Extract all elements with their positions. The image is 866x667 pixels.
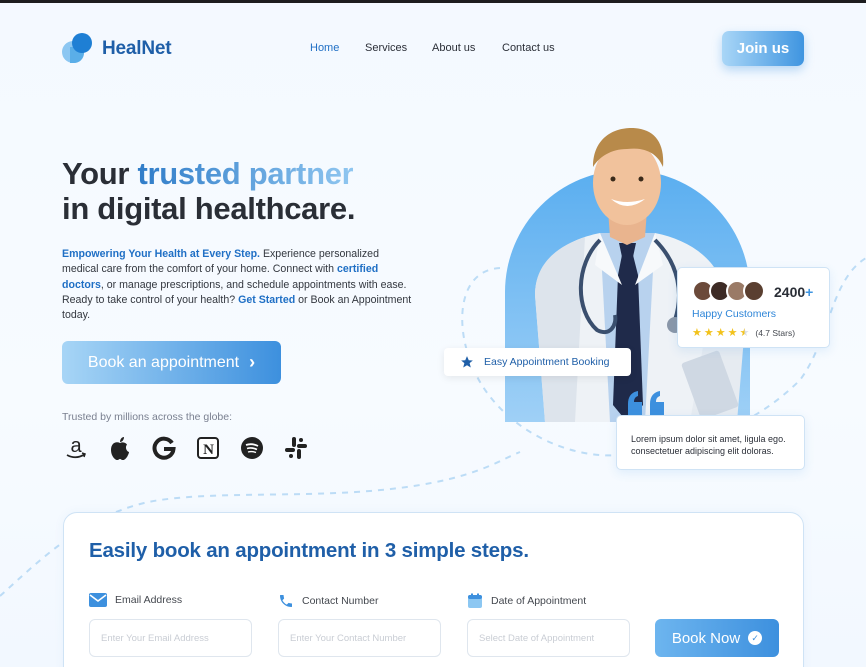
notion-icon: N [194,434,222,462]
testimonial-text: Lorem ipsum dolor sit amet, ligula ego. … [631,434,786,456]
avatar [743,280,765,302]
star-icon [461,356,473,368]
book-appointment-label: Book an appointment [87,353,240,371]
customer-avatars [692,280,765,302]
email-label: Email Address [89,593,182,607]
apple-icon [106,434,134,462]
phone-icon [280,595,292,607]
nav-contact-us[interactable]: Contact us [502,42,555,54]
logo-icon [62,33,94,65]
svg-text:N: N [203,442,214,458]
hero-desc-lead: Empowering Your Health at Every Step. [62,248,260,260]
nav-services[interactable]: Services [365,42,407,54]
calendar-icon [468,593,482,608]
contact-label: Contact Number [278,593,378,609]
customers-count-plus: + [805,284,814,300]
check-circle-icon: ✓ [748,631,763,645]
easy-booking-label: Easy Appointment Booking [484,356,610,368]
hero-title-part2: in digital healthcare. [62,191,356,226]
hero-title: Your trusted partner in digital healthca… [62,156,355,226]
amazon-icon: a [62,434,90,462]
get-started-link[interactable]: Get Started [238,294,295,306]
star-icon: ★ [715,327,726,339]
hero-title-highlight: trusted partner [137,156,354,191]
hero-title-part1: Your [62,156,138,191]
nav-about-us[interactable]: About us [432,42,475,54]
contact-number-field[interactable]: Enter Your Contact Number [278,619,441,657]
hero-description: Empowering Your Health at Every Step. Ex… [62,247,418,323]
easy-booking-badge: Easy Appointment Booking [444,348,631,376]
testimonial-card: Lorem ipsum dolor sit amet, ligula ego. … [616,415,805,470]
date-label-text: Date of Appointment [491,595,587,607]
email-label-text: Email Address [115,594,183,606]
svg-text:a: a [70,435,82,457]
google-icon [150,434,178,462]
join-us-button[interactable]: Join us [722,31,804,66]
rating-stars: ★ ★ ★ ★ ★ (4.7 Stars) [692,326,795,339]
star-icon: ★ [727,327,738,339]
trusted-by-text: Trusted by millions across the globe: [62,411,233,423]
book-now-button[interactable]: Book Now ✓ [655,619,779,657]
slack-icon [282,434,310,462]
rating-text: (4.7 Stars) [755,327,796,338]
booking-panel: Easily book an appointment in 3 simple s… [63,512,804,667]
book-appointment-button[interactable]: Book an appointment › [62,341,281,384]
star-icon: ★ [703,327,714,339]
customers-count-value: 2400 [774,284,806,300]
happy-customers-card: 2400+ Happy Customers ★ ★ ★ ★ ★ (4.7 Sta… [677,267,830,348]
email-field[interactable]: Enter Your Email Address [89,619,252,657]
mail-icon [89,593,107,607]
star-icon: ★ [692,327,702,339]
booking-title: Easily book an appointment in 3 simple s… [89,539,529,562]
customers-count: 2400+ [774,284,813,300]
chevron-right-icon: › [249,352,256,372]
date-label: Date of Appointment [467,593,586,609]
brand-name: HealNet [102,38,172,59]
contact-label-text: Contact Number [302,595,379,607]
appointment-date-field[interactable]: Select Date of Appointment [467,619,630,657]
brand-logo[interactable]: HealNet [62,33,172,65]
customers-label: Happy Customers [692,308,777,320]
spotify-icon [238,434,266,462]
book-now-label: Book Now [671,629,741,647]
half-star-icon: ★ [739,327,750,339]
nav-home[interactable]: Home [310,42,339,54]
